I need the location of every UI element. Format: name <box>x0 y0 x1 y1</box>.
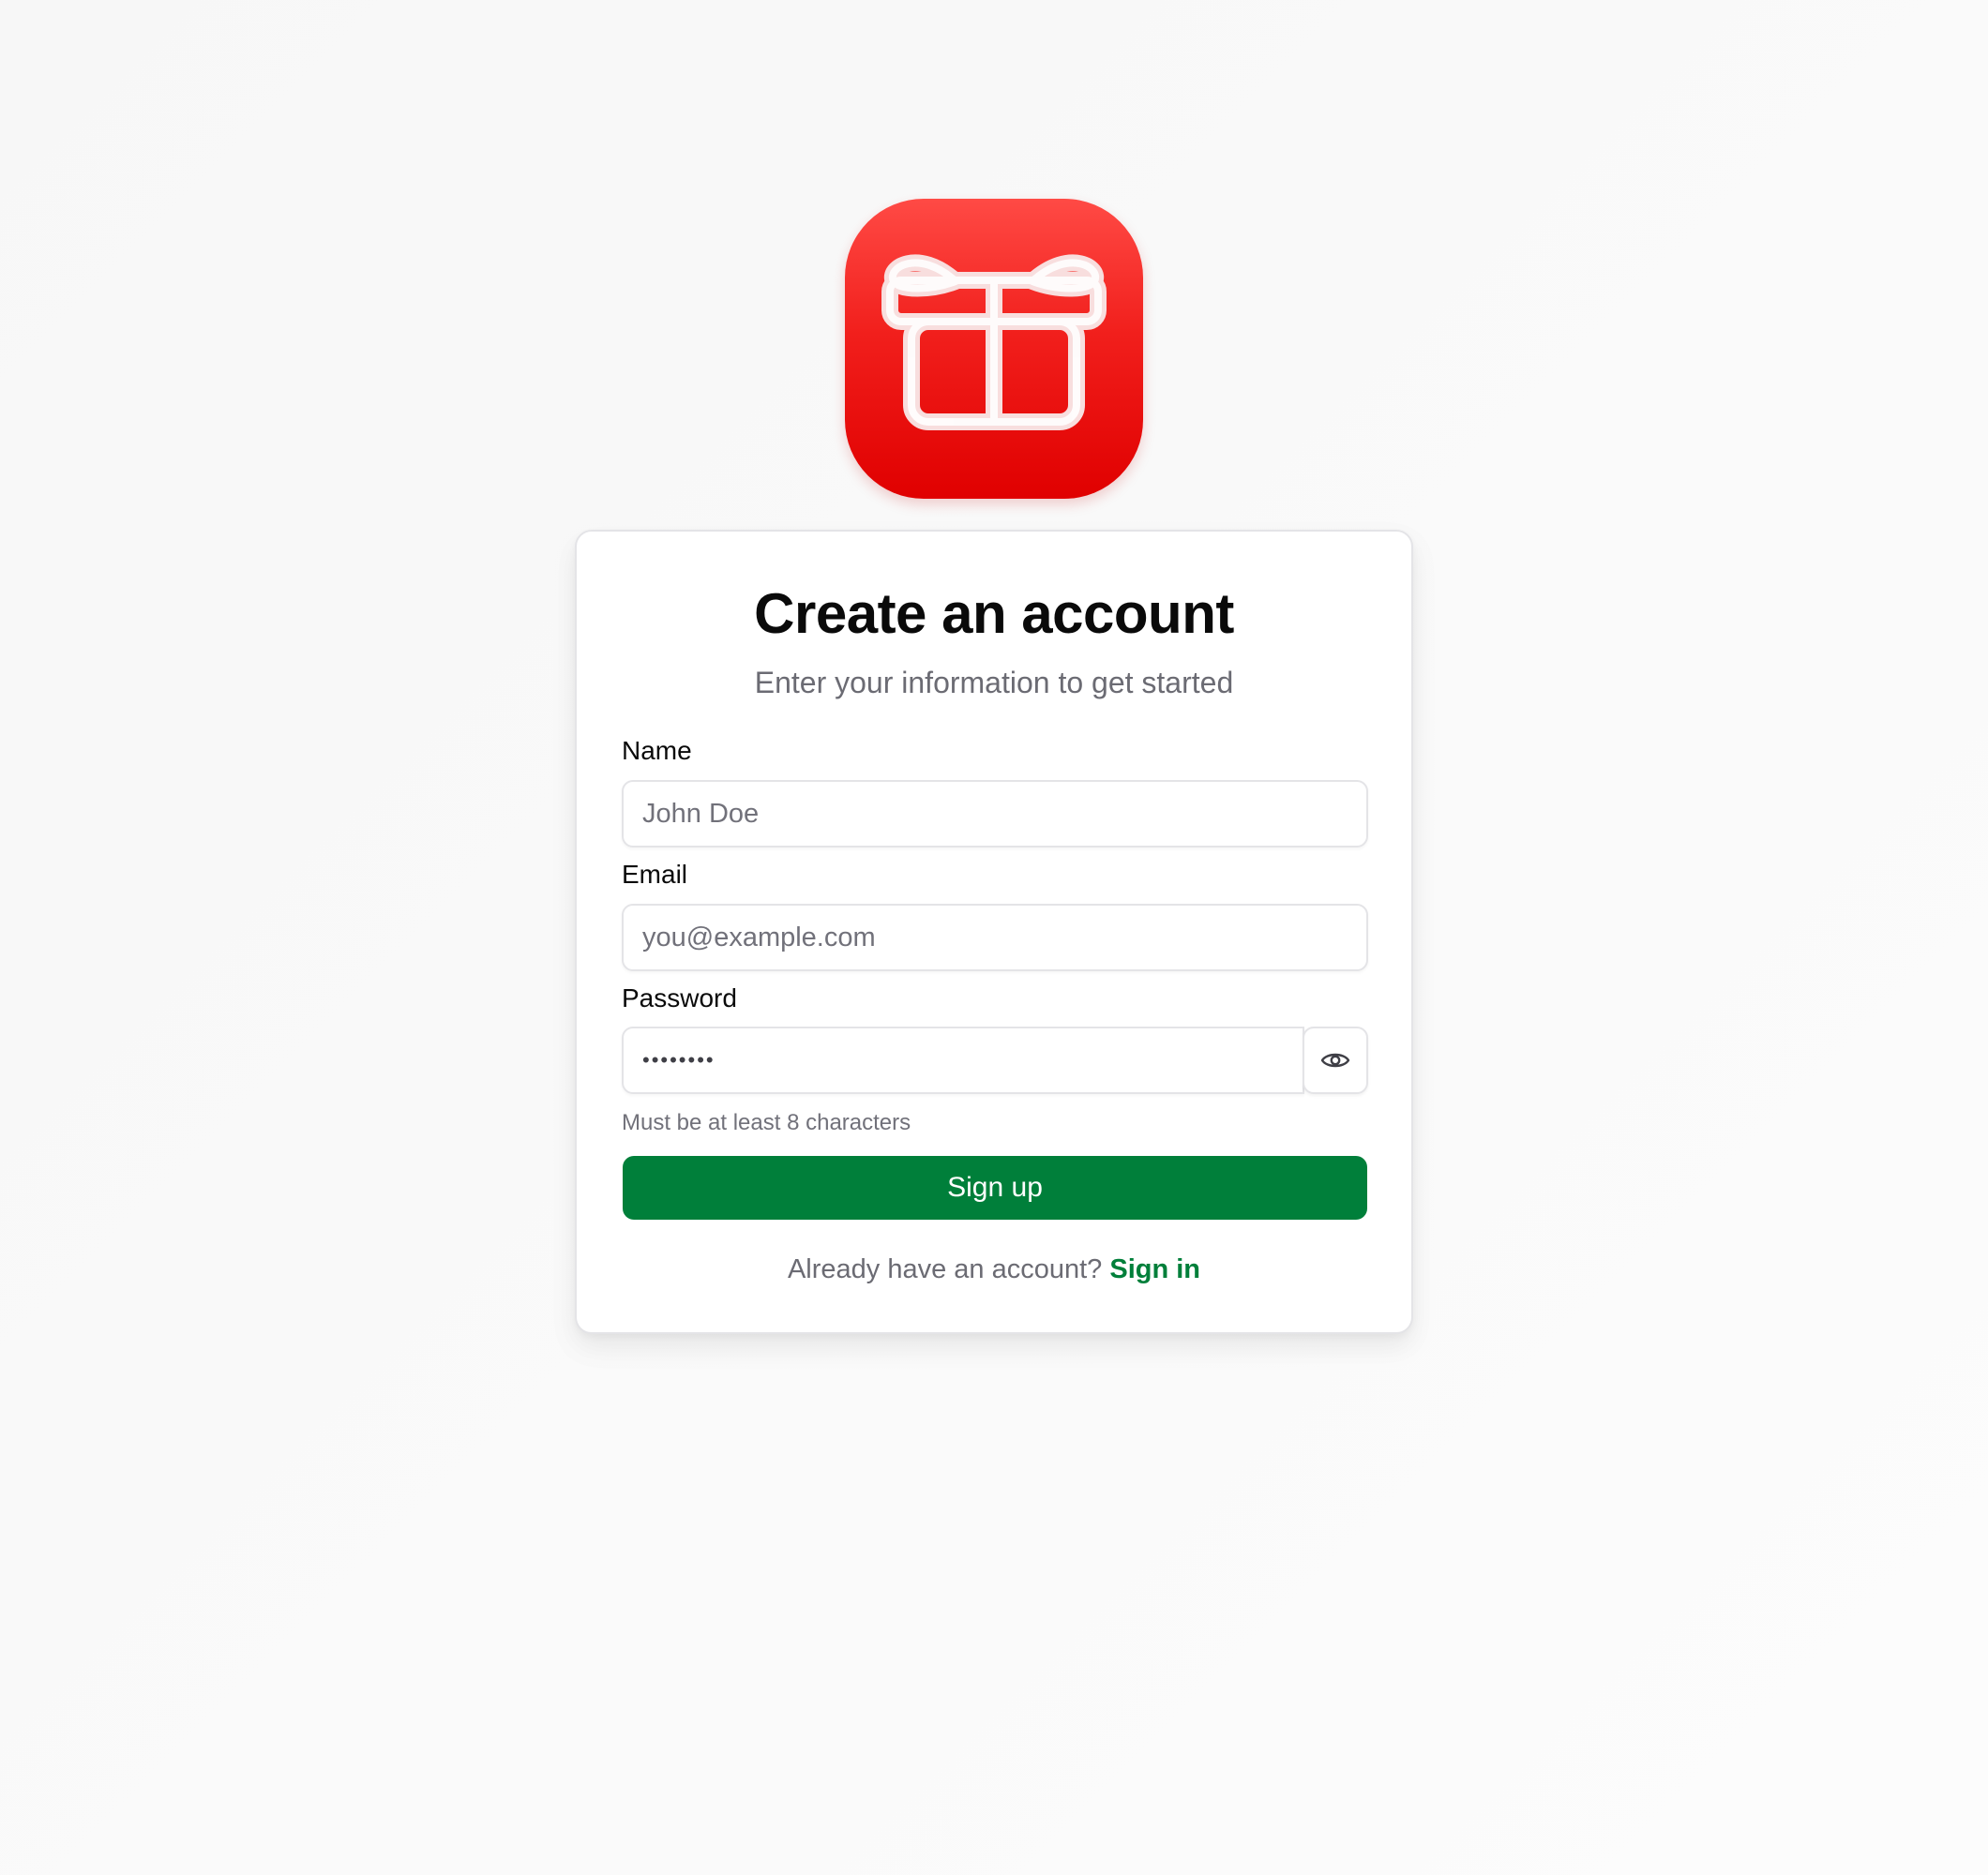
name-label: Name <box>622 736 692 765</box>
app-logo <box>845 199 1143 499</box>
signup-card: Create an account Enter your information… <box>575 530 1413 1334</box>
eye-icon <box>1320 1053 1350 1068</box>
toggle-password-visibility-button[interactable] <box>1303 1027 1368 1094</box>
signin-prompt-text: Already have an account? <box>787 1254 1103 1284</box>
password-input[interactable] <box>622 1027 1304 1094</box>
sign-up-button[interactable]: Sign up <box>623 1156 1367 1220</box>
password-label: Password <box>622 983 737 1012</box>
page-title: Create an account <box>754 582 1234 645</box>
sign-in-link[interactable]: Sign in <box>1109 1254 1200 1284</box>
email-label: Email <box>622 860 688 889</box>
page-subtitle: Enter your information to get started <box>754 666 1234 699</box>
gift-icon <box>881 254 1107 430</box>
password-hint: Must be at least 8 characters <box>622 1110 911 1135</box>
email-input[interactable] <box>622 904 1368 971</box>
name-input[interactable] <box>622 780 1368 848</box>
signin-prompt: Already have an account? Sign in <box>577 1253 1411 1286</box>
